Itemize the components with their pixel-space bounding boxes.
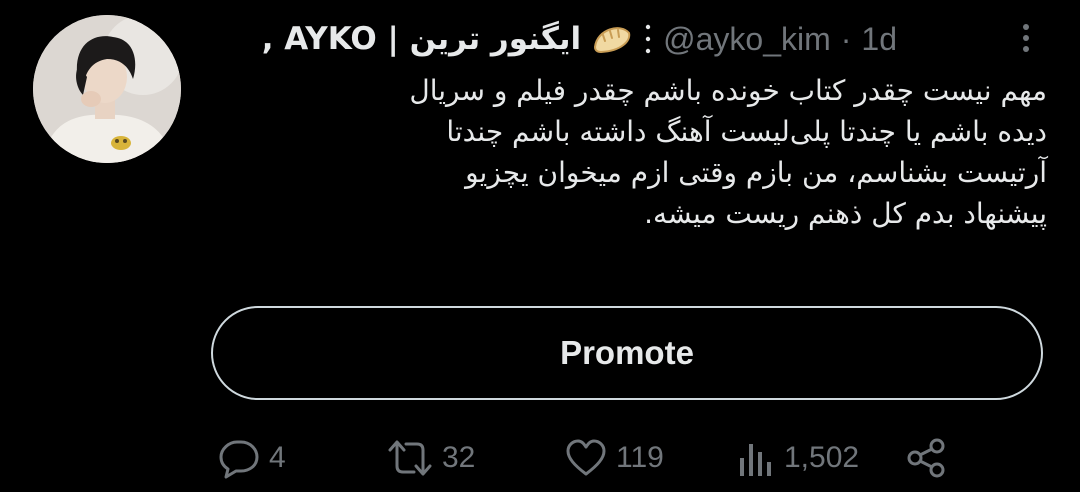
- reply-button[interactable]: 4: [217, 430, 286, 486]
- user-handle[interactable]: @ayko_kim: [663, 21, 831, 58]
- timestamp[interactable]: 1d: [861, 21, 897, 58]
- dumpling-emoji-icon: [591, 19, 633, 59]
- action-bar: 4 32 119 1,502: [0, 430, 1080, 486]
- tweet-text: مهم نیست چقدر کتاب خونده باشم چقدر فیلم …: [227, 70, 1047, 234]
- share-button[interactable]: [904, 430, 948, 486]
- avatar[interactable]: [33, 15, 181, 163]
- views-button[interactable]: 1,502: [736, 430, 859, 486]
- sparkle-dots-icon: [643, 19, 653, 59]
- tweet-text-line: مهم نیست چقدر کتاب خونده باشم چقدر فیلم …: [409, 74, 1047, 107]
- display-name[interactable]: , AYKO | ایگنور ترین: [262, 21, 581, 57]
- tweet-header: , AYKO | ایگنور ترین @ayko_kim · 1d: [262, 14, 897, 64]
- views-chart-icon: [740, 444, 771, 476]
- tweet-text-line: دیده باشم یا چندتا پلی‌لیست آهنگ داشته ب…: [446, 115, 1047, 148]
- retweet-button[interactable]: 32: [386, 430, 475, 486]
- user-photo-avatar: [33, 15, 181, 163]
- reply-icon: [219, 440, 259, 479]
- separator-dot: ·: [840, 20, 852, 57]
- share-icon: [907, 438, 945, 478]
- views-count: 1,502: [784, 441, 860, 474]
- heart-icon: [566, 439, 606, 476]
- more-options-button[interactable]: [1014, 22, 1038, 54]
- retweet-icon: [388, 440, 432, 476]
- like-count: 119: [616, 441, 664, 474]
- more-options-icon: [1023, 24, 1029, 52]
- tweet-text-line: آرتیست بشناسم، من بازم وقتی ازم میخوان ی…: [465, 156, 1047, 189]
- promote-button[interactable]: Promote: [211, 306, 1043, 400]
- reply-count: 4: [269, 441, 286, 474]
- retweet-count: 32: [442, 441, 476, 474]
- tweet-text-line: پیشنهاد بدم کل ذهنم ریست میشه.: [644, 197, 1047, 230]
- like-button[interactable]: 119: [564, 430, 664, 486]
